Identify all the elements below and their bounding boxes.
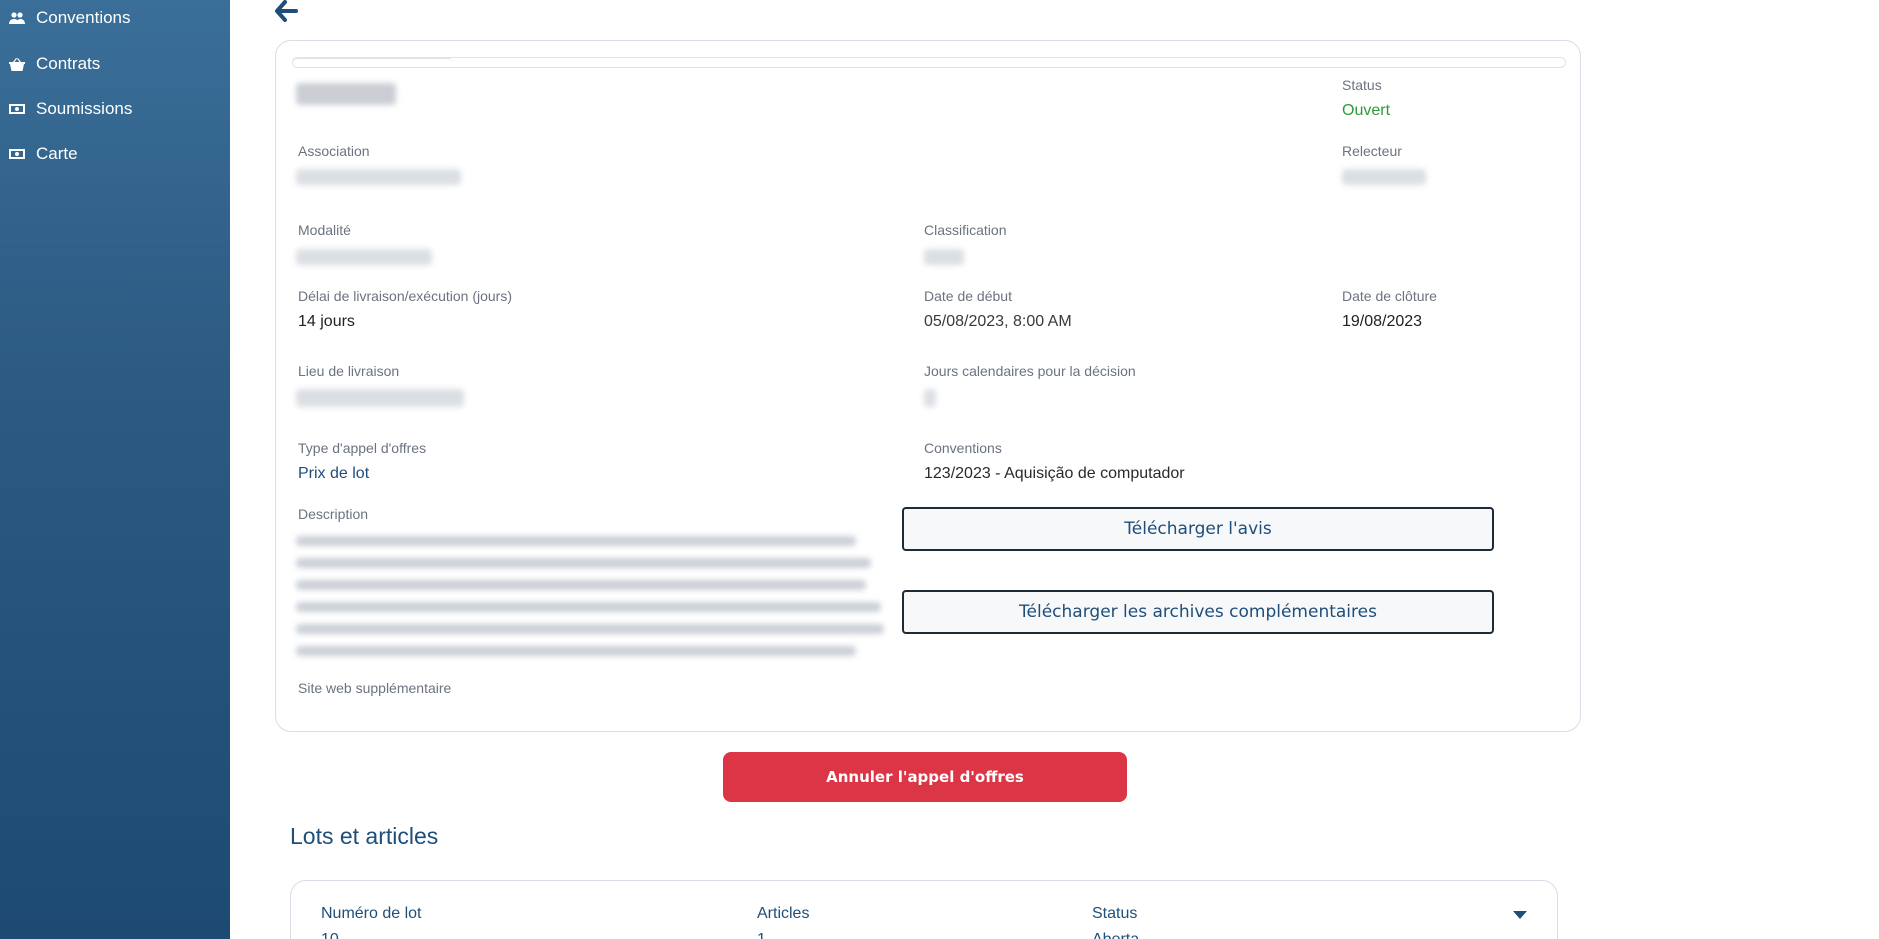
date-cloture-value: 19/08/2023 bbox=[1342, 313, 1423, 330]
date-cloture-label: Date de clôture bbox=[1342, 288, 1437, 304]
sidebar-item-label: Soumissions bbox=[36, 99, 133, 118]
table-cell: 1 bbox=[757, 931, 766, 939]
table-cell: Aberta bbox=[1092, 931, 1139, 939]
chevron-down-icon[interactable] bbox=[1513, 911, 1527, 919]
conventions-value: 123/2023 - Aquisição de computador bbox=[924, 465, 1185, 482]
sidebar-item-soumissions[interactable]: Soumissions bbox=[8, 99, 132, 119]
description-label: Description bbox=[298, 506, 369, 522]
conventions-label: Conventions bbox=[924, 440, 1002, 456]
sidebar-item-label: Carte bbox=[36, 144, 78, 163]
progress-bar bbox=[292, 57, 1566, 68]
progress-fill bbox=[293, 58, 453, 67]
delai-value: 14 jours bbox=[298, 313, 355, 330]
column-header: Status bbox=[1092, 905, 1138, 922]
cancel-tender-button[interactable]: Annuler l'appel d'offres bbox=[723, 752, 1127, 802]
money-icon bbox=[8, 102, 26, 116]
sidebar-item-conventions[interactable]: Conventions bbox=[8, 8, 131, 28]
association-label: Association bbox=[298, 143, 370, 159]
association-redacted bbox=[296, 169, 461, 185]
type-label: Type d'appel d'offres bbox=[298, 440, 427, 456]
back-arrow-icon[interactable] bbox=[274, 0, 300, 22]
delai-label: Délai de livraison/exécution (jours) bbox=[298, 288, 512, 304]
lots-table: Numéro de lot Articles Status 10 1 Abert… bbox=[290, 880, 1558, 939]
sidebar-item-label: Conventions bbox=[36, 8, 131, 27]
description-redacted bbox=[296, 536, 886, 668]
relecteur-label: Relecteur bbox=[1342, 143, 1402, 159]
classification-label: Classification bbox=[924, 222, 1007, 238]
table-cell: 10 bbox=[321, 931, 339, 939]
tender-title-redacted bbox=[296, 83, 396, 105]
tender-details-card: Status Ouvert Association Relecteur Moda… bbox=[275, 40, 1581, 732]
modalite-label: Modalité bbox=[298, 222, 351, 238]
column-header: Articles bbox=[757, 905, 810, 922]
date-debut-value: 05/08/2023, 8:00 AM bbox=[924, 313, 1072, 330]
money-icon bbox=[8, 147, 26, 161]
site-label: Site web supplémentaire bbox=[298, 680, 452, 696]
lieu-redacted bbox=[296, 389, 464, 407]
download-notice-button[interactable]: Télécharger l'avis bbox=[902, 507, 1494, 551]
classification-redacted bbox=[924, 249, 964, 265]
modalite-redacted bbox=[296, 249, 432, 265]
sidebar: Conventions Contrats Soumissions Carte bbox=[0, 0, 230, 939]
lieu-label: Lieu de livraison bbox=[298, 363, 400, 379]
status-value: Ouvert bbox=[1342, 102, 1391, 119]
jours-label: Jours calendaires pour la décision bbox=[924, 363, 1136, 379]
users-icon bbox=[8, 11, 26, 25]
sidebar-item-contrats[interactable]: Contrats bbox=[8, 54, 100, 74]
lots-section-title: Lots et articles bbox=[290, 823, 439, 849]
date-debut-label: Date de début bbox=[924, 288, 1012, 304]
basket-icon bbox=[8, 57, 26, 71]
jours-redacted bbox=[924, 389, 936, 407]
download-archives-button[interactable]: Télécharger les archives complémentaires bbox=[902, 590, 1494, 634]
column-header: Numéro de lot bbox=[321, 905, 422, 922]
type-value: Prix de lot bbox=[298, 465, 370, 482]
sidebar-item-label: Contrats bbox=[36, 54, 101, 73]
status-label: Status bbox=[1342, 77, 1382, 93]
sidebar-item-carte[interactable]: Carte bbox=[8, 144, 78, 164]
relecteur-redacted bbox=[1342, 169, 1426, 185]
